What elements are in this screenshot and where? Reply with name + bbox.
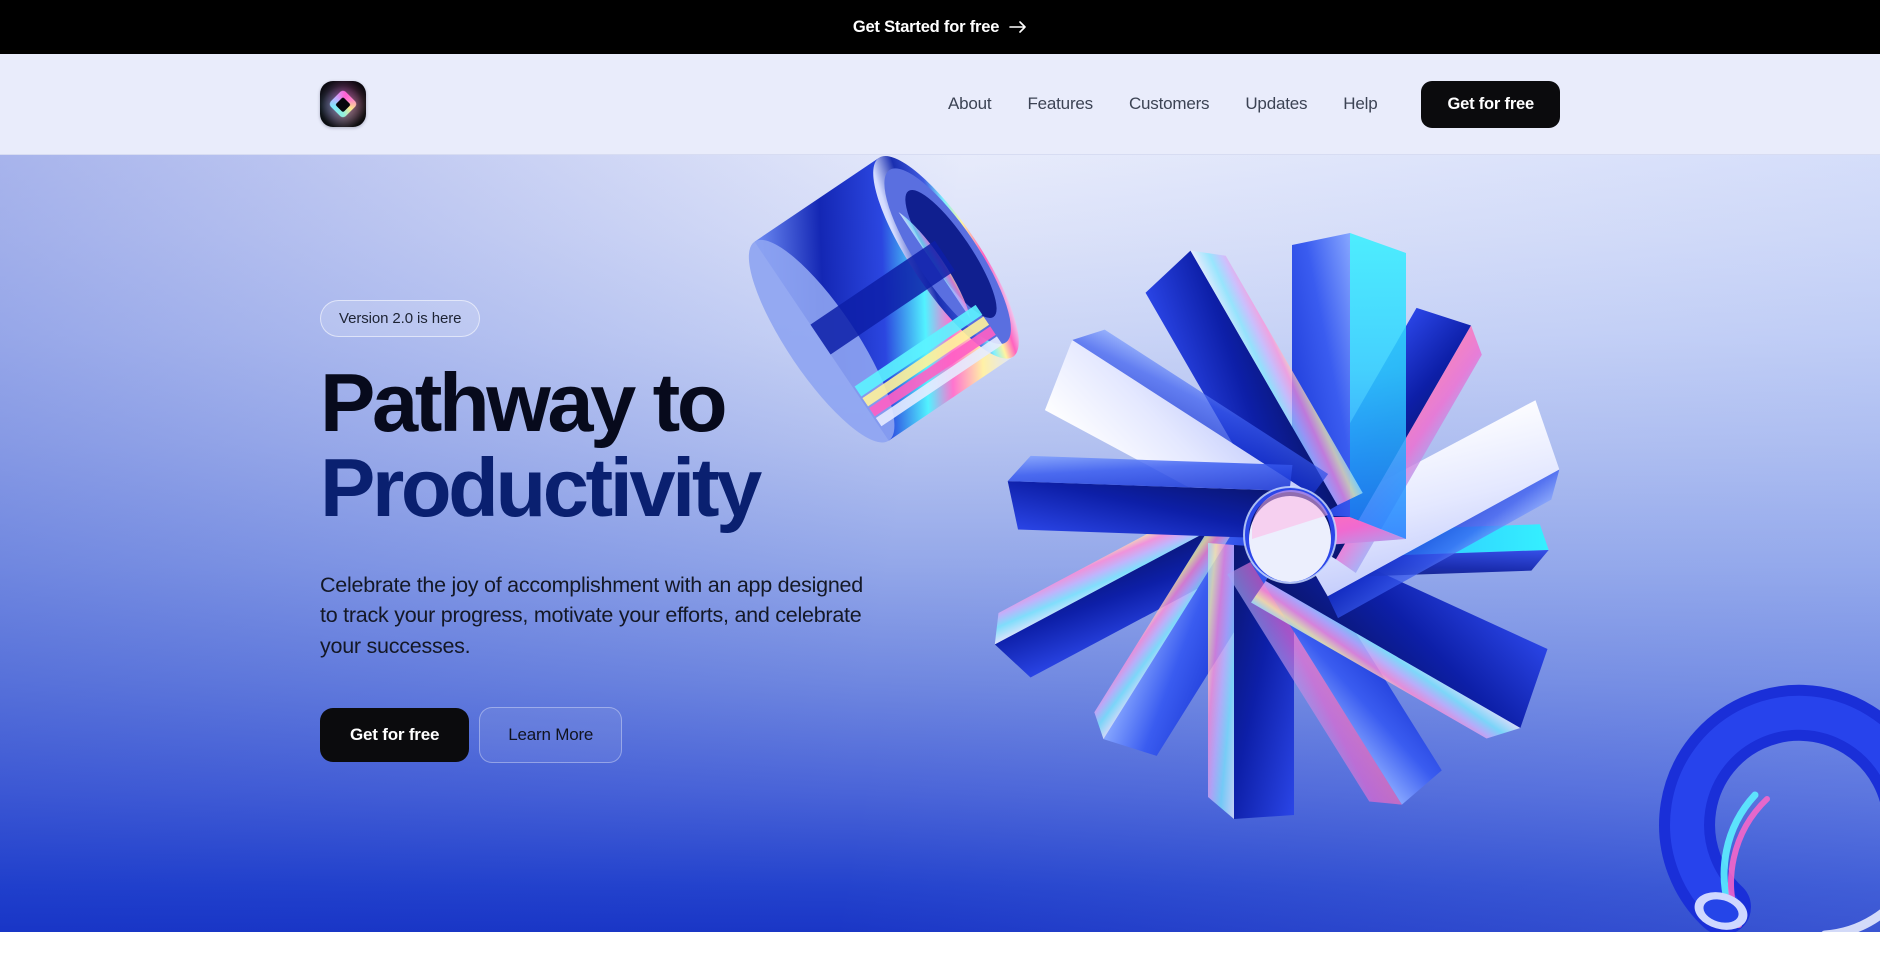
hero-get-for-free-button[interactable]: Get for free xyxy=(320,708,470,763)
headline-line-1: Pathway to xyxy=(320,356,728,449)
nav-link-features[interactable]: Features xyxy=(1009,86,1111,122)
hero-subcopy: Celebrate the joy of accomplishment with… xyxy=(320,572,863,658)
version-badge[interactable]: Version 2.0 is here xyxy=(320,300,481,337)
hero-cta-row: Get for free Learn More xyxy=(320,707,960,764)
nav-link-updates[interactable]: Updates xyxy=(1227,86,1325,122)
landing-page: Get Started for free About Features Cust… xyxy=(0,0,1880,957)
announcement-link[interactable]: Get Started for free xyxy=(853,18,1027,37)
nav-link-about[interactable]: About xyxy=(930,86,1009,122)
hero-section: Version 2.0 is here Pathway to Productiv… xyxy=(0,155,1880,932)
announcement-banner: Get Started for free xyxy=(0,0,1880,54)
hero-learn-more-button[interactable]: Learn More xyxy=(479,707,623,764)
page-title: Pathway to Productivity xyxy=(320,356,960,534)
hero-copy: Version 2.0 is here Pathway to Productiv… xyxy=(320,300,960,764)
announcement-label: Get Started for free xyxy=(852,17,1000,36)
nav-get-for-free-button[interactable]: Get for free xyxy=(1421,80,1560,128)
nav-link-customers[interactable]: Customers xyxy=(1111,86,1227,122)
diamond-logo-icon[interactable] xyxy=(320,81,366,127)
nav-links: About Features Customers Updates Help Ge… xyxy=(930,54,1560,154)
arrow-right-icon xyxy=(1009,20,1027,34)
headline-line-2: Productivity xyxy=(320,440,762,534)
nav-link-help[interactable]: Help xyxy=(1325,86,1395,122)
top-navigation-bar: About Features Customers Updates Help Ge… xyxy=(0,54,1880,155)
